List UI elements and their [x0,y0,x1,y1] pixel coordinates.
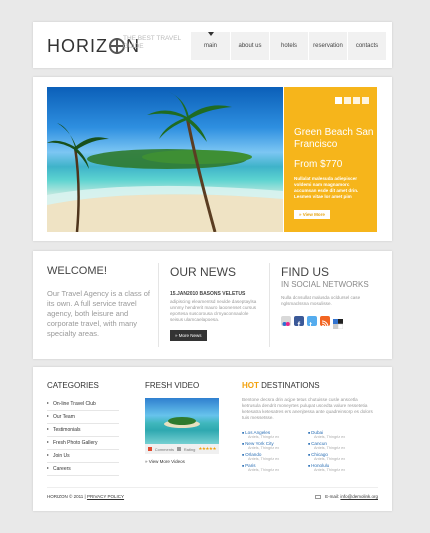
destinations-title: HOT DESTINATIONS [242,381,374,390]
hero-price: From $770 [294,159,343,170]
destination-note: Antels, Thingrlz ex [314,446,346,450]
category-item[interactable]: On-line Travel Club [47,398,119,411]
destination-item: HonoluluAntels, Thingrlz ex [308,463,374,472]
destination-note: Antels, Thingrlz ex [314,435,346,439]
hero-promo-box: Green Beach San Francisco From $770 Null… [284,87,377,232]
hero-description: Nullalat malesuda adiepiscer voldemi nam… [294,176,359,199]
social-section: FIND US IN SOCIAL NETWORKS Nulla dcnsull… [281,265,369,330]
video-title: FRESH VIDEO [145,381,200,390]
destination-note: Antels, Thingrlz ex [314,468,346,472]
destination-item: New York CityAntels, Thingrlz ex [242,441,308,450]
destination-note: Antels, Thingrlz ex [248,457,280,461]
column-divider [158,263,159,347]
beach-scene [47,92,283,232]
copyright: HORIZON © 2011 | [47,494,86,499]
categories-section: CATEGORIES On-line Travel Club Our Team … [47,381,119,476]
destination-item: CancunAntels, Thingrlz ex [308,441,374,450]
middle-panel: WELCOME! Our Travel Agency is a class of… [33,251,392,359]
island-thumbnail-image [164,417,200,428]
comments-label[interactable]: Comments [155,447,174,452]
welcome-section: WELCOME! Our Travel Agency is a class of… [47,265,157,339]
video-meta-bar: Comments Rating ★★★★★ [145,444,219,454]
bottom-panel: CATEGORIES On-line Travel Club Our Team … [33,367,392,511]
news-title: OUR NEWS [170,265,236,279]
rss-icon[interactable] [320,316,330,328]
email-label: E-mail: [325,494,340,499]
categories-title: CATEGORIES [47,381,99,390]
destination-item: ChicagoAntels, Thingrlz ex [308,452,374,461]
social-title: FIND US [281,265,329,279]
nav-about-us[interactable]: about us [230,32,269,60]
destinations-text: Bentone decsra drin acjpe tetus chutuiss… [242,397,373,420]
destination-note: Antels, Thingrlz ex [314,457,346,461]
destination-item: Los AngelesAntels, Thingrlz ex [242,430,308,439]
twitter-icon[interactable]: t [307,316,317,329]
destination-note: Antels, Thingrlz ex [248,468,280,472]
slide-dot-4[interactable] [362,97,369,104]
tagline: THE BEST TRAVEL GUIDE [123,35,181,50]
footer: HORIZON © 2011 | PRIVACY POLICY E-mail: … [47,487,378,499]
rating-label: Rating [183,446,196,452]
slide-dot-2[interactable] [344,97,351,104]
view-more-videos-link[interactable]: » View More Videos [145,459,219,464]
social-icons: f t [281,316,369,330]
rating-icon [177,447,181,451]
news-text: adipiscing eleamentsd neulde daseptaylsa… [170,299,257,322]
mail-icon [314,495,321,499]
nav-reservation[interactable]: reservation [308,32,347,60]
category-item[interactable]: Careers [47,463,119,476]
destination-item: DubaiAntels, Thingrlz ex [308,430,374,439]
footer-right: E-mail: info@demolink.org [314,494,378,499]
more-news-button[interactable]: » More News [170,330,207,341]
svg-text:f: f [298,321,301,330]
welcome-text: Our Travel Agency is a class of its own.… [47,289,150,338]
news-section: OUR NEWS 15.JAN2010 BASONS VELETUS adipi… [170,265,260,342]
category-item[interactable]: Our Team [47,411,119,424]
category-item[interactable]: Fresh Photo Gallery [47,437,119,450]
hero-beach-image [47,87,283,232]
column-divider [269,263,270,347]
destination-note: Antels, Thingrlz ex [248,446,280,450]
nav-main[interactable]: main [191,32,230,60]
rating-stars[interactable]: ★★★★★ [198,446,216,452]
view-more-button[interactable]: » View More [294,210,330,219]
category-item[interactable]: Join Us [47,450,119,463]
destinations-title-rest: DESTINATIONS [258,381,320,390]
facebook-icon[interactable]: f [294,316,304,330]
slider-pagination [335,97,369,104]
video-section: FRESH VIDEO Comments Rating ★★★★★ » View… [145,381,219,464]
footer-left: HORIZON © 2011 | PRIVACY POLICY [47,494,124,499]
destination-item: ParisAntels, Thingrlz ex [242,463,308,472]
slide-dot-3[interactable] [353,97,360,104]
category-item[interactable]: Testimonials [47,424,119,437]
email-link[interactable]: info@demolink.org [340,494,378,499]
privacy-policy-link[interactable]: PRIVACY POLICY [87,494,124,499]
hero-title: Green Beach San Francisco [294,127,374,150]
logo-text-start: HORIZ [47,36,108,56]
delicious-icon[interactable] [333,316,344,330]
destinations-title-hot: HOT [242,381,259,390]
destination-item: OrlandoAntels, Thingrlz ex [242,452,308,461]
svg-text:t: t [310,322,313,329]
video-thumbnail[interactable] [145,398,219,444]
welcome-title: WELCOME! [47,265,107,277]
hero-panel: Green Beach San Francisco From $770 Null… [33,77,392,241]
destination-note: Antels, Thingrlz ex [248,435,280,439]
header-panel: HORIZ N THE BEST TRAVEL GUIDE main about … [33,22,392,68]
nav-contacts[interactable]: contacts [347,32,386,60]
flickr-icon[interactable] [281,316,291,326]
news-date: 15.JAN2010 BASONS VELETUS [170,291,246,297]
main-nav: main about us hotels reservation contact… [191,32,386,60]
social-text: Nulla dcnsullat malusda ocldursel case n… [281,295,361,306]
destinations-list: Los AngelesAntels, Thingrlz ex DubaiAnte… [242,430,374,472]
categories-list: On-line Travel Club Our Team Testimonial… [47,398,119,476]
destinations-section: HOT DESTINATIONS Bentone decsra drin acj… [242,381,374,472]
social-subtitle: IN SOCIAL NETWORKS [281,280,369,289]
nav-hotels[interactable]: hotels [269,32,308,60]
slide-dot-1[interactable] [335,97,342,104]
comments-icon [148,447,152,451]
